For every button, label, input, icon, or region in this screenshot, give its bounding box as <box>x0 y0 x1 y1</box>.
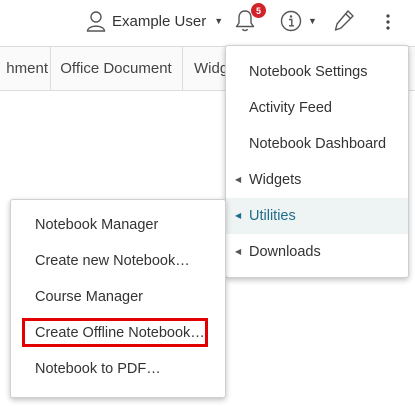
info-icon <box>280 10 302 32</box>
menu-item-label: Course Manager <box>35 289 143 305</box>
chevron-left-icon: ◀ <box>235 211 242 220</box>
menu-item-label: Downloads <box>249 244 321 260</box>
chevron-down-icon: ▼ <box>308 16 317 26</box>
menu-item-activity-feed[interactable]: Activity Feed <box>226 90 408 126</box>
menu-item-utilities[interactable]: ◀ Utilities <box>226 198 408 234</box>
menu-item-notebook-manager[interactable]: Notebook Manager <box>11 207 225 243</box>
chevron-left-icon: ◀ <box>235 175 242 184</box>
menu-item-label: Utilities <box>249 208 296 224</box>
menu-item-notebook-to-pdf[interactable]: Notebook to PDF… <box>11 351 225 387</box>
menu-item-label: Create new Notebook… <box>35 253 190 269</box>
utilities-submenu: Notebook Manager Create new Notebook… Co… <box>10 199 226 398</box>
menu-item-widgets[interactable]: ◀ Widgets <box>226 162 408 198</box>
notebook-options-menu: Notebook Settings Activity Feed Notebook… <box>225 45 409 278</box>
top-toolbar: Example User ▼ 5 ▼ <box>0 0 415 46</box>
menu-item-create-new-notebook[interactable]: Create new Notebook… <box>11 243 225 279</box>
notification-count-badge: 5 <box>251 3 266 18</box>
menu-item-notebook-settings[interactable]: Notebook Settings <box>226 54 408 90</box>
help-menu-button[interactable]: ▼ <box>280 9 317 33</box>
menu-item-label: Notebook to PDF… <box>35 361 161 377</box>
chevron-down-icon: ▼ <box>214 16 224 26</box>
menu-item-label: Notebook Settings <box>249 64 368 80</box>
menu-item-label: Widgets <box>249 172 302 188</box>
menu-item-label: Notebook Dashboard <box>249 136 387 152</box>
edit-button[interactable] <box>333 8 355 39</box>
user-name: Example User <box>112 12 207 30</box>
user-menu-button[interactable]: Example User ▼ <box>86 8 223 34</box>
kebab-menu-icon <box>386 14 390 30</box>
menu-item-label: Activity Feed <box>249 100 332 116</box>
user-icon <box>86 11 106 32</box>
tab-office-document[interactable]: Office Document <box>50 47 183 90</box>
tab-attachment[interactable]: hment <box>0 47 51 90</box>
more-menu-button[interactable] <box>380 10 396 34</box>
menu-item-course-manager[interactable]: Course Manager <box>11 279 225 315</box>
menu-item-downloads[interactable]: ◀ Downloads <box>226 234 408 270</box>
menu-item-notebook-dashboard[interactable]: Notebook Dashboard <box>226 126 408 162</box>
highlight-box <box>22 318 208 347</box>
menu-item-label: Notebook Manager <box>35 217 159 233</box>
pencil-icon <box>334 10 354 31</box>
chevron-left-icon: ◀ <box>235 247 242 256</box>
